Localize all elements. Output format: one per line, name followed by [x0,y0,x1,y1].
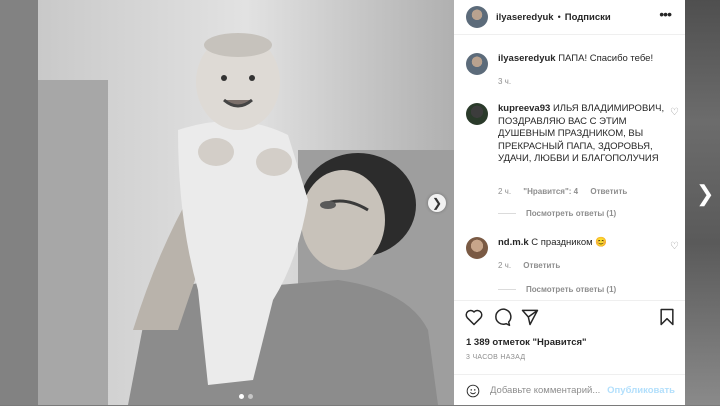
heart-icon[interactable]: ♡ [670,241,679,252]
replies-divider [498,289,516,291]
next-post-arrow-icon[interactable]: ❯ [696,182,714,206]
comment-username[interactable]: nd.m.k [498,237,529,248]
post-photo: ❯ [38,0,454,405]
comments-list: ilyaseredyuk ПАПА! Спасибо тебе! 3 ч. ku… [454,35,685,300]
likes-count[interactable]: 1 389 отметок "Нравится" [466,337,587,348]
caption-time: 3 ч. [498,77,512,86]
page-backdrop-left [0,0,38,405]
header-separator: • [557,12,561,22]
comment-meta: 2 ч. Ответить [498,261,570,270]
avatar[interactable] [466,103,488,125]
avatar[interactable] [466,237,488,259]
carousel-dot [239,394,244,399]
add-comment-bar: Опубликовать [454,374,685,406]
comment-time: 2 ч. [498,187,512,196]
reply-button[interactable]: Ответить [523,261,560,270]
post-modal: ❯ ilyaseredyuk • Подписки ••• ilyaseredy… [38,0,685,405]
comment-username[interactable]: kupreeva93 [498,103,550,114]
caption-meta: 3 ч. [498,77,521,86]
view-replies-label[interactable]: Посмотреть ответы (1) [526,209,616,218]
carousel-dots [38,394,454,399]
comment-body: kupreeva93 ИЛЬЯ ВЛАДИМИРОВИЧ, ПОЗДРАВЛЯЮ… [498,103,668,166]
emoji-icon[interactable] [466,384,480,398]
header-username[interactable]: ilyaseredyuk [496,12,554,23]
caption-text: ПАПА! Спасибо тебе! [558,53,654,64]
action-bar [454,300,685,335]
comment-time: 2 ч. [498,261,512,270]
comment-input[interactable] [490,382,610,398]
comment-icon[interactable] [492,307,512,327]
post-header: ilyaseredyuk • Подписки ••• [454,0,685,35]
comment-body: nd.m.k С праздником 😊 [498,237,668,250]
view-replies-label[interactable]: Посмотреть ответы (1) [526,285,616,294]
post-sidebar: ilyaseredyuk • Подписки ••• ilyaseredyuk… [454,0,685,405]
comment-meta: 2 ч. "Нравится": 4 Ответить [498,187,637,196]
follow-button[interactable]: Подписки [565,12,611,23]
replies-divider [498,213,516,215]
comment-likes[interactable]: "Нравится": 4 [523,187,578,196]
heart-icon[interactable] [464,307,484,327]
caption-username[interactable]: ilyaseredyuk [498,53,556,64]
bookmark-icon[interactable] [657,307,677,327]
avatar[interactable] [466,53,488,75]
reply-button[interactable]: Ответить [590,187,627,196]
carousel-next-icon[interactable]: ❯ [428,194,446,212]
share-icon[interactable] [520,307,540,327]
comment-text: С праздником 😊 [531,237,608,248]
post-time: 3 ЧАСОВ НАЗАД [466,354,526,361]
photo-image [38,0,454,405]
heart-icon[interactable]: ♡ [670,107,679,118]
caption-body: ilyaseredyuk ПАПА! Спасибо тебе! [498,53,668,66]
publish-button[interactable]: Опубликовать [607,385,675,396]
view-replies-button[interactable]: Посмотреть ответы (1) [498,209,616,218]
carousel-dot [248,394,253,399]
avatar[interactable] [466,6,488,28]
view-replies-button[interactable]: Посмотреть ответы (1) [498,285,616,294]
more-options-icon[interactable]: ••• [659,6,672,22]
